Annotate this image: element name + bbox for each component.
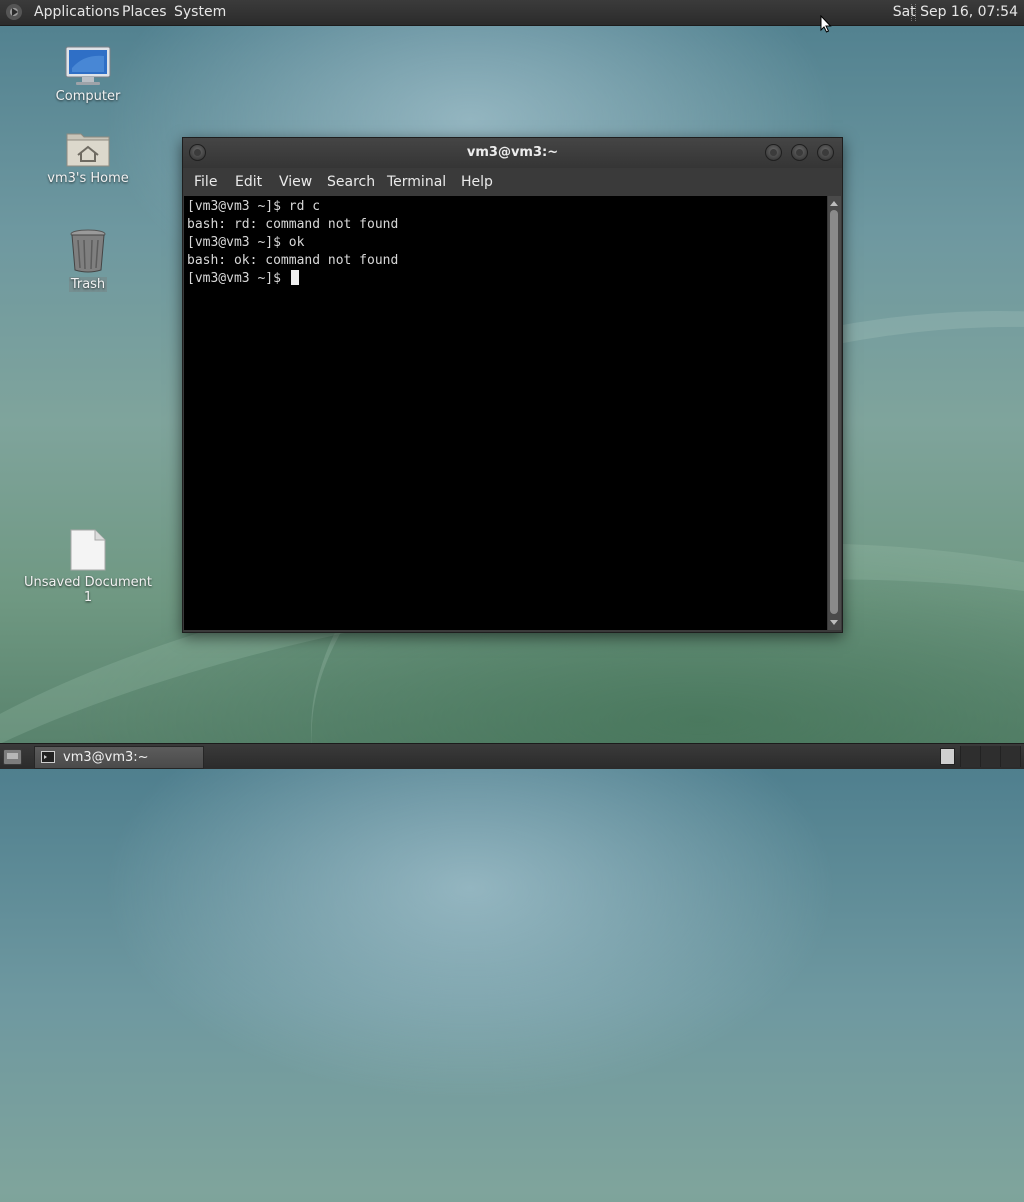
terminal-line: [vm3@vm3 ~]$ ok xyxy=(187,235,305,250)
desktop-icon-label: Unsaved Document 1 xyxy=(24,575,152,605)
terminal-prompt-line[interactable]: [vm3@vm3 ~]$ xyxy=(187,270,299,288)
desktop-icon-label: vm3's Home xyxy=(47,171,129,186)
desktop-icon-home[interactable]: vm3's Home xyxy=(18,128,158,186)
terminal-scrollbar[interactable] xyxy=(828,196,841,630)
document-icon xyxy=(69,528,107,572)
menu-view[interactable]: View xyxy=(279,168,312,196)
terminal-prompt: [vm3@vm3 ~]$ xyxy=(187,271,289,286)
close-icon[interactable] xyxy=(817,144,834,161)
desktop-icon-computer[interactable]: Computer xyxy=(18,46,158,104)
maximize-icon[interactable] xyxy=(791,144,808,161)
menu-file[interactable]: File xyxy=(194,168,217,196)
computer-icon xyxy=(64,46,112,86)
bottom-panel: vm3@vm3:~ xyxy=(0,743,1024,769)
scrollbar-thumb[interactable] xyxy=(830,210,838,614)
home-folder-icon xyxy=(65,128,111,168)
scroll-up-icon[interactable] xyxy=(830,201,838,206)
top-panel: Applications Places System Sat Sep 16, 0… xyxy=(0,0,1024,26)
terminal-icon xyxy=(41,751,55,763)
window-titlebar[interactable]: vm3@vm3:~ xyxy=(183,138,842,168)
applications-logo-icon[interactable] xyxy=(6,4,22,20)
menu-search[interactable]: Search xyxy=(327,168,375,196)
terminal-line: [vm3@vm3 ~]$ rd c xyxy=(187,199,321,214)
terminal-line: bash: ok: command not found xyxy=(187,253,399,268)
menu-help[interactable]: Help xyxy=(461,168,493,196)
text-cursor xyxy=(290,270,299,285)
menu-edit[interactable]: Edit xyxy=(235,168,262,196)
trash-icon xyxy=(68,228,108,274)
workspace-1[interactable] xyxy=(940,748,955,765)
taskbar-button-terminal[interactable]: vm3@vm3:~ xyxy=(34,746,204,769)
terminal-window[interactable]: vm3@vm3:~ File Edit View Search Terminal… xyxy=(182,137,843,633)
workspace-4[interactable] xyxy=(1001,746,1021,767)
minimize-icon[interactable] xyxy=(765,144,782,161)
scroll-down-icon[interactable] xyxy=(830,620,838,625)
show-desktop-icon[interactable] xyxy=(3,749,22,765)
workspace-2[interactable] xyxy=(961,746,981,767)
workspace-3[interactable] xyxy=(981,746,1001,767)
applications-menu[interactable]: Applications xyxy=(34,0,120,25)
window-title: vm3@vm3:~ xyxy=(466,145,559,160)
taskbar-button-label: vm3@vm3:~ xyxy=(63,750,149,765)
system-menu[interactable]: System xyxy=(174,0,226,25)
terminal-output[interactable]: [vm3@vm3 ~]$ rd c bash: rd: command not … xyxy=(184,196,827,630)
desktop-icon-label: Trash xyxy=(68,277,108,292)
desktop-icon-trash[interactable]: Trash xyxy=(18,228,158,292)
desktop-icon-label: Computer xyxy=(55,89,121,104)
places-menu[interactable]: Places xyxy=(122,0,167,25)
desktop-icon-unsaved-document[interactable]: Unsaved Document 1 xyxy=(18,528,158,605)
menu-terminal[interactable]: Terminal xyxy=(387,168,446,196)
clock[interactable]: Sat Sep 16, 07:54 xyxy=(893,0,1018,25)
workspace-switcher xyxy=(960,746,1021,767)
terminal-line: bash: rd: command not found xyxy=(187,217,399,232)
terminal-menubar: File Edit View Search Terminal Help xyxy=(183,168,842,196)
